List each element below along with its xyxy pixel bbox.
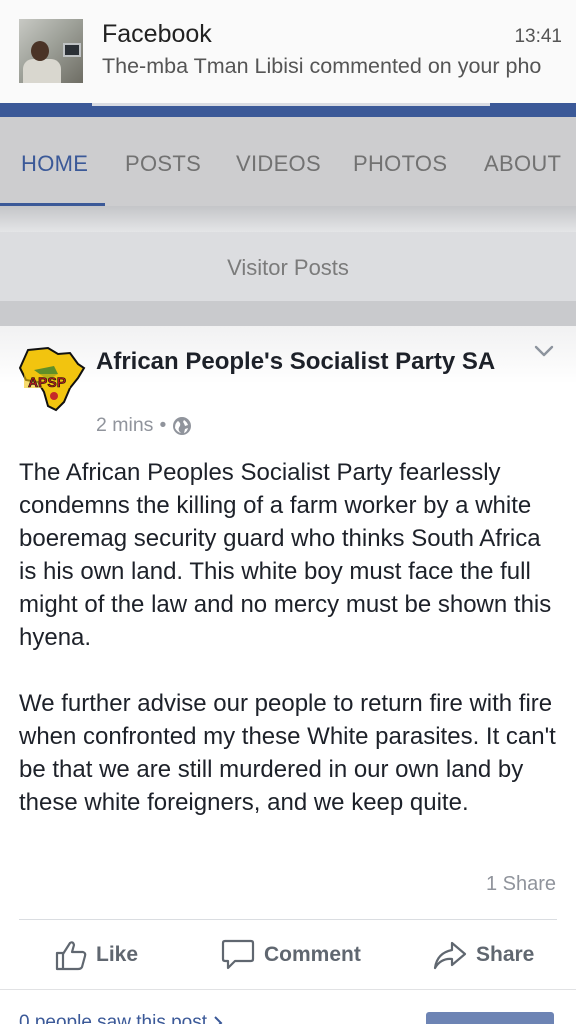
post-paragraph: The African Peoples Socialist Party fear… (19, 459, 552, 651)
share-count[interactable]: 1 Share (486, 873, 556, 896)
tab-videos[interactable]: VIDEOS (236, 151, 321, 177)
post-time[interactable]: 2 mins (96, 414, 153, 437)
post-meta: 2 mins • (96, 414, 192, 437)
share-button[interactable]: Share (432, 938, 534, 972)
comment-icon (221, 939, 255, 970)
like-icon (55, 941, 87, 971)
header-strip (0, 103, 576, 117)
chevron-down-icon[interactable] (534, 344, 554, 358)
notification-banner[interactable]: Facebook 13:41 The-mba Tman Libisi comme… (0, 0, 576, 103)
notification-avatar (19, 19, 83, 83)
logo-text: APSP (28, 374, 66, 390)
like-button[interactable]: Like (54, 938, 138, 972)
section-gap (0, 301, 576, 326)
post-paragraph: We further advise our people to return f… (19, 690, 556, 816)
globe-icon (173, 416, 192, 435)
notification-text: The-mba Tman Libisi commented on your ph… (102, 54, 542, 78)
comment-button[interactable]: Comment (220, 938, 361, 972)
comment-label: Comment (264, 943, 361, 966)
notification-time: 13:41 (514, 26, 562, 47)
visitor-posts-label: Visitor Posts (227, 255, 349, 280)
post-card: APSP African People's Socialist Party SA… (0, 326, 576, 1024)
chevron-right-icon (214, 1016, 223, 1024)
share-label: Share (476, 943, 535, 966)
tab-posts[interactable]: POSTS (125, 151, 201, 177)
notification-app-name: Facebook (102, 20, 212, 48)
share-icon (433, 941, 467, 970)
tab-bar-shadow (0, 206, 576, 232)
tab-about[interactable]: ABOUT (484, 151, 561, 177)
visitor-posts-button[interactable]: Visitor Posts (0, 232, 576, 301)
page-name-link[interactable]: African People's Socialist Party SA (96, 346, 496, 377)
page-logo[interactable]: APSP (18, 344, 86, 412)
footer-divider (0, 989, 576, 990)
post-body: The African Peoples Socialist Party fear… (19, 456, 564, 852)
boost-post-button[interactable] (426, 1012, 554, 1024)
actions-divider (19, 919, 557, 920)
tab-home[interactable]: HOME (21, 151, 88, 177)
tab-photos[interactable]: PHOTOS (353, 151, 447, 177)
page-tab-bar: HOME POSTS VIDEOS PHOTOS ABOUT (0, 117, 576, 206)
post-reach-link[interactable]: 0 people saw this post (19, 1012, 207, 1024)
like-label: Like (96, 943, 139, 966)
meta-separator: • (159, 414, 167, 436)
